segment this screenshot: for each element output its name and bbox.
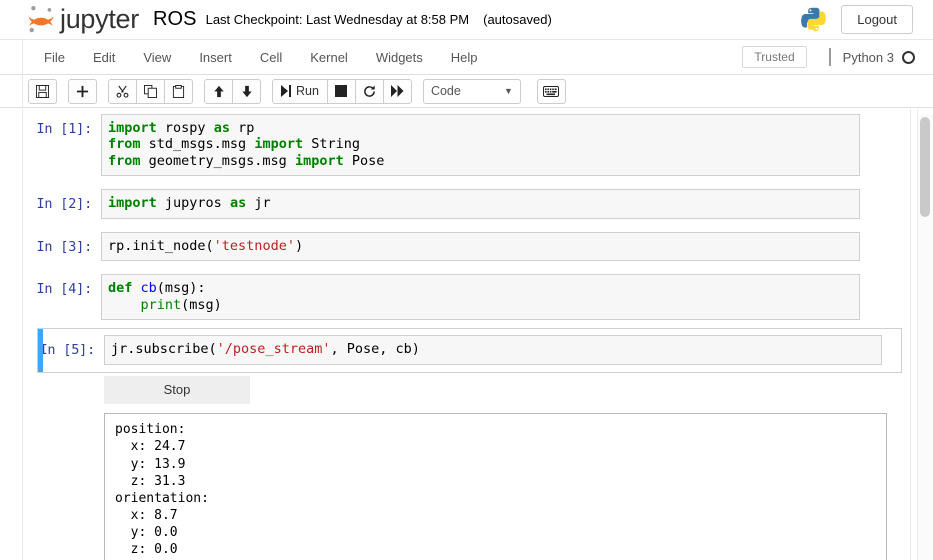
toolbar-group-edit bbox=[108, 79, 193, 104]
cell-input-2[interactable]: import jupyros as jr bbox=[101, 189, 860, 218]
cell-type-value: Code bbox=[431, 84, 461, 98]
menu-insert[interactable]: Insert bbox=[185, 45, 246, 70]
move-cell-down-button[interactable] bbox=[232, 79, 261, 104]
kernel-idle-circle-icon[interactable] bbox=[902, 51, 915, 64]
run-play-icon bbox=[281, 85, 292, 97]
menubar: File Edit View Insert Cell Kernel Widget… bbox=[0, 40, 933, 75]
jupyter-logo-icon bbox=[24, 4, 58, 36]
restart-circular-arrow-icon bbox=[363, 85, 376, 98]
autosave-status: (autosaved) bbox=[483, 12, 552, 27]
cell-prompt-3: In [3]: bbox=[23, 232, 101, 261]
menu-view[interactable]: View bbox=[129, 45, 185, 70]
code-cell-2[interactable]: In [2]: import jupyros as jr bbox=[23, 184, 910, 223]
toolbar-group-move bbox=[204, 79, 261, 104]
notebook-container: In [1]: import rospy as rp from std_msgs… bbox=[22, 109, 911, 560]
notebook-header: jupyter ROS Last Checkpoint: Last Wednes… bbox=[0, 0, 933, 40]
cell-source-2: import jupyros as jr bbox=[108, 195, 853, 211]
code-cell-4[interactable]: In [4]: def cb(msg): print(msg) bbox=[23, 269, 910, 325]
output-stream-box: position: x: 24.7 y: 13.9 z: 31.3 orient… bbox=[104, 413, 887, 560]
cell-input-1[interactable]: import rospy as rp from std_msgs.msg imp… bbox=[101, 114, 860, 176]
menu-help[interactable]: Help bbox=[437, 45, 492, 70]
scrollbar-top-cap bbox=[918, 109, 933, 114]
output-stream-text: position: x: 24.7 y: 13.9 z: 31.3 orient… bbox=[115, 421, 876, 560]
cell-source-4: def cb(msg): print(msg) bbox=[108, 280, 853, 313]
menubar-right-group: Trusted Python 3 bbox=[742, 46, 915, 68]
add-plus-icon bbox=[76, 85, 89, 98]
keyboard-icon bbox=[543, 86, 559, 97]
fast-forward-icon bbox=[391, 85, 404, 97]
cell-prompt-5: In [5]: bbox=[38, 335, 104, 364]
notebook-name[interactable]: ROS bbox=[153, 8, 197, 31]
paste-icon bbox=[172, 85, 185, 98]
code-cell-3[interactable]: In [3]: rp.init_node('testnode') bbox=[23, 227, 910, 266]
kernel-name-label: Python 3 bbox=[843, 50, 894, 65]
cut-cell-button[interactable] bbox=[108, 79, 137, 104]
cell-prompt-4: In [4]: bbox=[23, 274, 101, 320]
chevron-down-icon: ▼ bbox=[504, 86, 513, 96]
stop-square-icon bbox=[335, 85, 347, 97]
toolbar-group-insert bbox=[68, 79, 97, 104]
cell-source-1: import rospy as rp from std_msgs.msg imp… bbox=[108, 120, 853, 169]
interrupt-kernel-button[interactable] bbox=[327, 79, 356, 104]
menubar-divider bbox=[829, 48, 831, 66]
cell-output-5: Stop position: x: 24.7 y: 13.9 z: 31.3 o… bbox=[104, 370, 887, 560]
cell-type-select[interactable]: Code ▼ bbox=[423, 79, 521, 104]
menu-kernel[interactable]: Kernel bbox=[296, 45, 362, 70]
cell-input-3[interactable]: rp.init_node('testnode') bbox=[101, 232, 860, 261]
cell-source-3: rp.init_node('testnode') bbox=[108, 238, 853, 254]
header-right-group: Logout bbox=[800, 5, 913, 34]
restart-kernel-button[interactable] bbox=[355, 79, 384, 104]
last-checkpoint-label: Last Checkpoint: Last Wednesday at 8:58 … bbox=[206, 12, 470, 27]
restart-and-run-all-button[interactable] bbox=[383, 79, 412, 104]
menu-file[interactable]: File bbox=[30, 45, 79, 70]
jupyter-logo-link[interactable]: jupyter bbox=[24, 4, 139, 36]
save-button[interactable] bbox=[28, 79, 57, 104]
vertical-scrollbar[interactable] bbox=[917, 109, 933, 560]
scissors-cut-icon bbox=[116, 85, 129, 98]
cell-source-5: jr.subscribe('/pose_stream', Pose, cb) bbox=[111, 341, 875, 357]
arrow-up-icon bbox=[213, 85, 225, 98]
code-cell-1[interactable]: In [1]: import rospy as rp from std_msgs… bbox=[23, 109, 910, 181]
stop-button[interactable]: Stop bbox=[104, 376, 250, 404]
cell-prompt-2: In [2]: bbox=[23, 189, 101, 218]
command-palette-button[interactable] bbox=[537, 79, 566, 104]
menu-cell[interactable]: Cell bbox=[246, 45, 296, 70]
arrow-down-icon bbox=[241, 85, 253, 98]
save-floppy-icon bbox=[36, 85, 49, 98]
toolbar-group-run: Run bbox=[272, 79, 412, 104]
cell-prompt-1: In [1]: bbox=[23, 114, 101, 176]
scrollbar-thumb[interactable] bbox=[920, 117, 930, 217]
menu-edit[interactable]: Edit bbox=[79, 45, 129, 70]
cell-input-4[interactable]: def cb(msg): print(msg) bbox=[101, 274, 860, 320]
run-button-label: Run bbox=[296, 85, 319, 98]
run-cell-button[interactable]: Run bbox=[272, 79, 328, 104]
menu-widgets[interactable]: Widgets bbox=[362, 45, 437, 70]
cell-input-5[interactable]: jr.subscribe('/pose_stream', Pose, cb) bbox=[104, 335, 882, 364]
paste-cell-button[interactable] bbox=[164, 79, 193, 104]
code-cell-5[interactable]: In [5]: jr.subscribe('/pose_stream', Pos… bbox=[37, 328, 902, 372]
logout-button[interactable]: Logout bbox=[841, 5, 913, 34]
trusted-badge[interactable]: Trusted bbox=[742, 46, 806, 68]
insert-cell-below-button[interactable] bbox=[68, 79, 97, 104]
notebook-scroll-region: In [1]: import rospy as rp from std_msgs… bbox=[0, 109, 933, 560]
toolbar-group-save bbox=[28, 79, 57, 104]
python-logo-icon bbox=[800, 6, 827, 33]
copy-icon bbox=[144, 85, 157, 98]
jupyter-wordmark: jupyter bbox=[60, 6, 139, 33]
copy-cell-button[interactable] bbox=[136, 79, 165, 104]
toolbar-group-palette bbox=[537, 79, 566, 104]
notebook-toolbar: Run Code ▼ bbox=[0, 75, 933, 108]
move-cell-up-button[interactable] bbox=[204, 79, 233, 104]
